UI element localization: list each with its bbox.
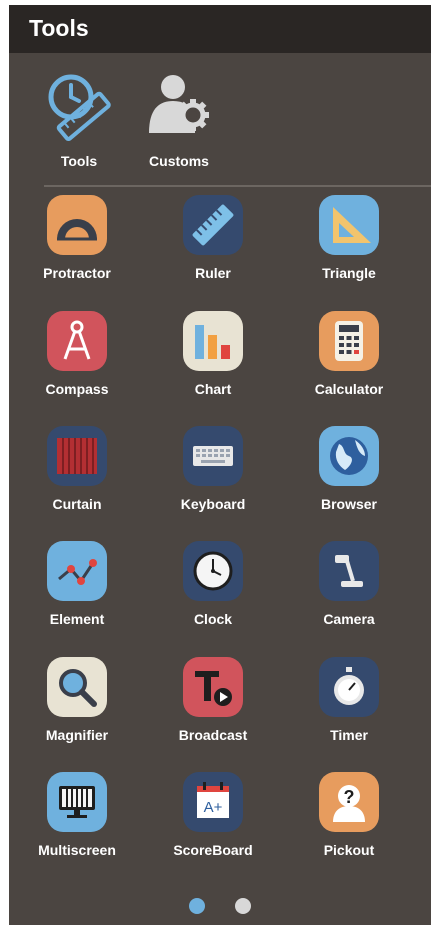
- pickout-icon: ?: [319, 772, 379, 832]
- tool-label: Browser: [320, 496, 378, 512]
- tool-label: Ruler: [195, 265, 231, 281]
- tool-label: Pickout: [323, 842, 375, 858]
- tool-element[interactable]: Element: [12, 541, 142, 627]
- customs-icon: [143, 69, 215, 141]
- tool-label: Compass: [45, 381, 109, 397]
- tool-label: Multiscreen: [38, 842, 116, 858]
- tool-keyboard[interactable]: Keyboard: [148, 426, 278, 512]
- tool-label: Broadcast: [178, 727, 248, 743]
- tool-multiscreen[interactable]: Multiscreen: [12, 772, 142, 858]
- tool-label: Magnifier: [45, 727, 109, 743]
- tool-timer[interactable]: Timer: [284, 657, 414, 743]
- line-graph-icon: [47, 541, 107, 601]
- curtain-icon: [47, 426, 107, 486]
- compass-icon: [47, 311, 107, 371]
- document-camera-icon: [319, 541, 379, 601]
- broadcast-icon: [183, 657, 243, 717]
- tools-button[interactable]: Tools: [24, 69, 134, 169]
- tool-chart[interactable]: Chart: [148, 311, 278, 397]
- page-dot-1[interactable]: [189, 898, 205, 914]
- tool-label: Clock: [193, 611, 233, 627]
- tool-label: Camera: [323, 611, 375, 627]
- svg-text:?: ?: [344, 787, 355, 807]
- tool-pickout[interactable]: ? Pickout: [284, 772, 414, 858]
- protractor-icon: [47, 195, 107, 255]
- tool-label: Chart: [194, 381, 232, 397]
- monitor-icon: [47, 772, 107, 832]
- tool-label: Calculator: [314, 381, 384, 397]
- tool-protractor[interactable]: Protractor: [12, 195, 142, 281]
- tool-label: ScoreBoard: [173, 842, 253, 858]
- tool-browser[interactable]: Browser: [284, 426, 414, 512]
- triangle-ruler-icon: [319, 195, 379, 255]
- tools-panel: Tools Tools Customs Protractor Ruler Tri…: [9, 5, 431, 925]
- globe-icon: [319, 426, 379, 486]
- tool-label: Keyboard: [180, 496, 246, 512]
- ruler-icon: [183, 195, 243, 255]
- tools-icon: [43, 69, 115, 142]
- svg-text:A+: A+: [204, 799, 223, 816]
- bar-chart-icon: [183, 311, 243, 371]
- tool-triangle[interactable]: Triangle: [284, 195, 414, 281]
- page-indicator: [9, 898, 431, 919]
- top-row: Tools Customs: [9, 53, 431, 185]
- tool-clock[interactable]: Clock: [148, 541, 278, 627]
- tool-label: Element: [49, 611, 105, 627]
- stopwatch-icon: [319, 657, 379, 717]
- tool-ruler[interactable]: Ruler: [148, 195, 278, 281]
- tool-broadcast[interactable]: Broadcast: [148, 657, 278, 743]
- tool-label: Triangle: [322, 265, 376, 281]
- calculator-icon: [319, 311, 379, 371]
- tool-label: Timer: [330, 727, 368, 743]
- tool-magnifier[interactable]: Magnifier: [12, 657, 142, 743]
- page-dot-2[interactable]: [235, 898, 251, 914]
- tool-calculator[interactable]: Calculator: [284, 311, 414, 397]
- tool-scoreboard[interactable]: A+ ScoreBoard: [148, 772, 278, 858]
- panel-title: Tools: [9, 5, 431, 53]
- tool-label: Curtain: [52, 496, 102, 512]
- tool-compass[interactable]: Compass: [12, 311, 142, 397]
- keyboard-icon: [183, 426, 243, 486]
- clock-icon: [183, 541, 243, 601]
- divider: [44, 185, 431, 187]
- magnifier-icon: [47, 657, 107, 717]
- customs-label: Customs: [149, 153, 209, 169]
- tool-camera[interactable]: Camera: [284, 541, 414, 627]
- tool-curtain[interactable]: Curtain: [12, 426, 142, 512]
- customs-button[interactable]: Customs: [124, 69, 234, 169]
- tool-label: Protractor: [43, 265, 111, 281]
- tools-label: Tools: [60, 153, 98, 169]
- scoreboard-icon: A+: [183, 772, 243, 832]
